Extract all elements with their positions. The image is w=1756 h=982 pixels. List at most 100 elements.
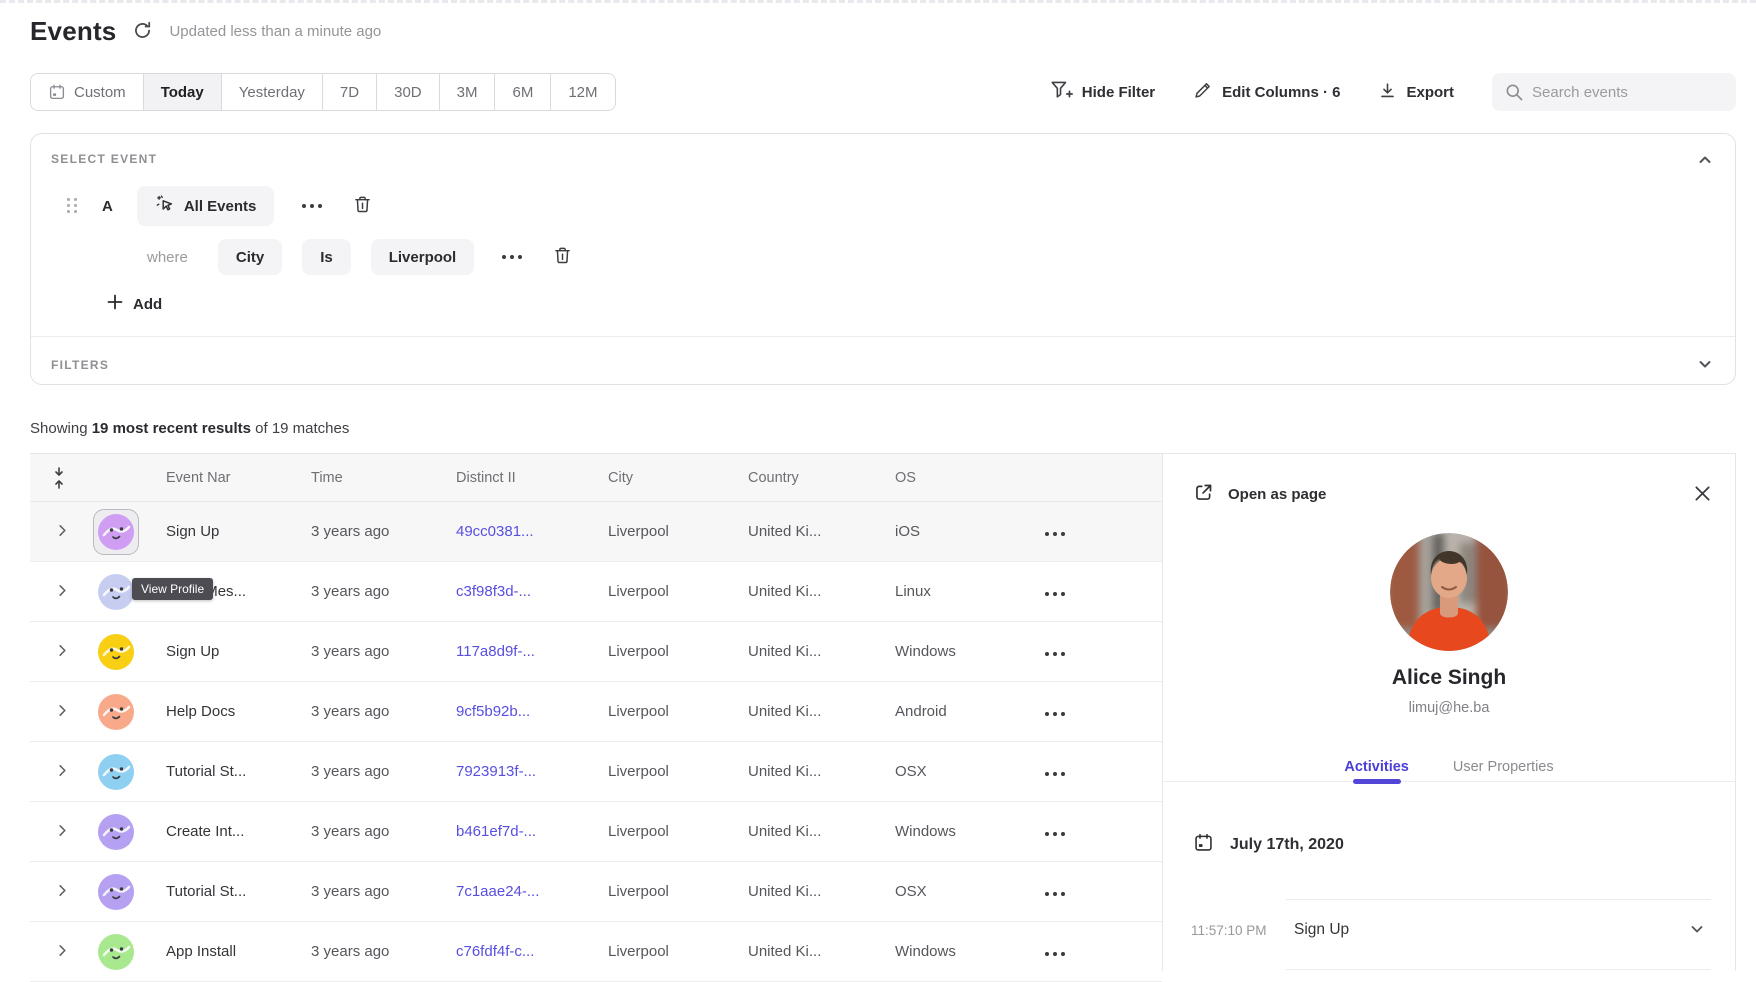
distinct-id-link[interactable]: c76fdf4f-c... [436,943,588,960]
hide-filter-button[interactable]: Hide Filter [1050,80,1155,104]
view-profile-tooltip: View Profile [132,578,213,600]
events-table: Event Nar Time Distinct II City Country … [30,453,1162,982]
value-chip[interactable]: Liverpool [371,239,475,275]
user-avatar[interactable] [98,874,134,910]
calendar-icon [1193,832,1214,858]
distinct-id-link[interactable]: 7923913f-... [436,763,588,780]
where-more-menu[interactable] [502,255,522,259]
expand-activity-button[interactable] [1689,921,1705,940]
date-range-tab-yesterday[interactable]: Yesterday [221,74,322,110]
time-cell: 3 years ago [291,703,436,720]
table-row[interactable]: Tutorial St... 3 years ago 7c1aae24-... … [30,862,1162,922]
expand-row-button[interactable] [30,862,86,921]
table-row[interactable]: Help Docs 3 years ago 9cf5b92b... Liverp… [30,682,1162,742]
property-chip[interactable]: City [218,239,282,275]
avatar-face-icon [98,694,134,730]
expand-row-button[interactable] [30,562,86,621]
table-row[interactable]: Create Int... 3 years ago b461ef7d-... L… [30,802,1162,862]
column-header-time[interactable]: Time [291,470,436,486]
user-avatar[interactable] [98,934,134,970]
time-cell: 3 years ago [291,523,436,540]
expand-row-button[interactable] [30,682,86,741]
table-row[interactable]: Tutorial St... 3 years ago 7923913f-... … [30,742,1162,802]
date-range-tab-12m[interactable]: 12M [550,74,614,110]
activity-time: 11:57:10 PM [1191,923,1267,938]
event-name-cell: Create Int... [146,823,291,840]
city-cell: Liverpool [588,823,728,840]
distinct-id-link[interactable]: 49cc0381... [436,523,588,540]
date-range-tab-label: 7D [340,84,359,101]
user-avatar[interactable] [98,574,134,610]
activity-row[interactable]: 11:57:10 PM Sign Up [1163,909,1735,951]
event-name-cell: Tutorial St... [146,763,291,780]
column-header-event[interactable]: Event Nar [146,470,291,486]
tab-activities[interactable]: Activities [1342,752,1410,781]
operator-chip[interactable]: Is [302,239,351,275]
column-header-os[interactable]: OS [875,470,1005,486]
row-more-menu[interactable] [1025,592,1065,596]
row-more-menu[interactable] [1025,652,1065,656]
row-more-menu[interactable] [1025,532,1065,536]
drag-handle-icon[interactable] [67,198,78,214]
all-events-chip[interactable]: All Events [137,186,275,226]
expand-row-button[interactable] [30,922,86,981]
time-cell: 3 years ago [291,583,436,600]
user-avatar[interactable] [98,634,134,670]
profile-photo [1390,533,1508,651]
event-more-menu[interactable] [302,204,322,208]
collapse-select-event-button[interactable] [1697,152,1713,171]
expand-row-button[interactable] [30,622,86,681]
date-range-tab-today[interactable]: Today [143,74,221,110]
country-cell: United Ki... [728,703,875,720]
column-header-distinct-id[interactable]: Distinct II [436,470,588,486]
close-panel-button[interactable] [1694,485,1711,505]
refresh-button[interactable] [132,20,153,44]
row-more-menu[interactable] [1025,832,1065,836]
distinct-id-link[interactable]: b461ef7d-... [436,823,588,840]
profile-email: limuj@he.ba [1163,700,1735,716]
add-event-button[interactable]: Add [107,294,162,314]
open-as-page-button[interactable]: Open as page [1193,482,1326,507]
event-trash-button[interactable] [352,194,373,218]
distinct-id-link[interactable]: 7c1aae24-... [436,883,588,900]
user-avatar[interactable] [98,754,134,790]
expand-filters-button[interactable] [1697,356,1713,375]
row-more-menu[interactable] [1025,712,1065,716]
distinct-id-link[interactable]: c3f98f3d-... [436,583,588,600]
distinct-id-link[interactable]: 117a8d9f-... [436,643,588,660]
export-button[interactable]: Export [1378,81,1454,104]
user-avatar[interactable] [98,694,134,730]
expand-row-button[interactable] [30,802,86,861]
table-row[interactable]: Sign Up 3 years ago 117a8d9f-... Liverpo… [30,622,1162,682]
collapse-rows-icon[interactable] [30,467,86,489]
search-events-input[interactable] [1492,73,1736,111]
date-range-tab-custom[interactable]: Custom [31,74,143,110]
row-more-menu[interactable] [1025,952,1065,956]
date-range-tab-label: 3M [457,84,478,101]
export-label: Export [1406,84,1454,101]
tab-user-properties[interactable]: User Properties [1451,752,1556,781]
date-range-tab-7d[interactable]: 7D [322,74,376,110]
trash-icon [552,245,573,269]
avatar-face-icon [98,514,134,550]
external-link-icon [1193,482,1214,507]
row-more-menu[interactable] [1025,772,1065,776]
date-range-tab-30d[interactable]: 30D [376,74,439,110]
where-trash-button[interactable] [552,245,573,269]
row-more-menu[interactable] [1025,892,1065,896]
date-range-tab-3m[interactable]: 3M [439,74,495,110]
expand-row-button[interactable] [30,742,86,801]
table-row[interactable]: Sign Up 3 years ago 49cc0381... Liverpoo… [30,502,1162,562]
profile-name: Alice Singh [1163,666,1735,690]
panel-tabs: Activities User Properties [1163,752,1735,782]
user-avatar[interactable] [98,814,134,850]
user-avatar[interactable] [93,509,139,555]
avatar-face-icon [98,574,134,610]
edit-columns-button[interactable]: Edit Columns · 6 [1193,80,1340,104]
table-row[interactable]: App Install 3 years ago c76fdf4f-c... Li… [30,922,1162,982]
distinct-id-link[interactable]: 9cf5b92b... [436,703,588,720]
expand-row-button[interactable] [30,502,86,561]
column-header-city[interactable]: City [588,470,728,486]
column-header-country[interactable]: Country [728,470,875,486]
date-range-tab-6m[interactable]: 6M [494,74,550,110]
